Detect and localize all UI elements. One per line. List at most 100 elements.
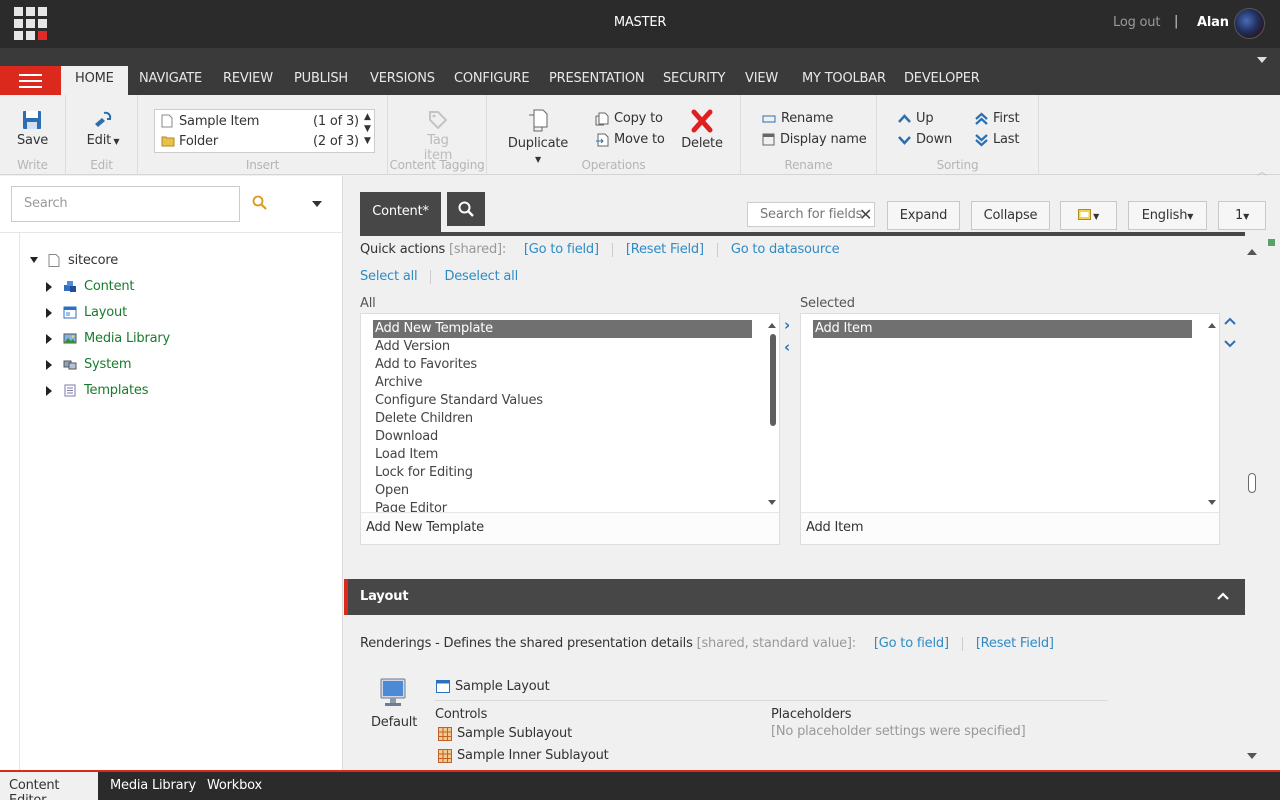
field-search-input[interactable]: Search for fields ✕: [747, 202, 875, 227]
renderings-label: Renderings - Defines the shared presenta…: [360, 636, 693, 651]
control-item[interactable]: Sample Inner Sublayout: [457, 748, 609, 763]
monitor-icon[interactable]: [379, 678, 407, 708]
scroll-down-icon[interactable]: [1247, 753, 1257, 759]
copy-to-button[interactable]: Copy to: [595, 111, 663, 126]
list-item[interactable]: Open: [361, 482, 779, 500]
sort-down-button[interactable]: Down: [898, 132, 952, 147]
bottom-tab-content-editor[interactable]: Content Editor: [0, 772, 98, 800]
expand-triangle-icon[interactable]: [46, 360, 52, 370]
save-button[interactable]: Save: [17, 110, 48, 148]
tab-security[interactable]: SECURITY: [663, 71, 725, 86]
tab-content[interactable]: Content*: [360, 192, 441, 232]
search-icon[interactable]: [252, 195, 268, 211]
list-item[interactable]: Add Version: [361, 338, 779, 356]
go-to-field-link[interactable]: [Go to field]: [874, 636, 949, 651]
bottom-tab-workbox[interactable]: Workbox: [207, 778, 262, 793]
list-item[interactable]: Add New Template: [373, 320, 752, 338]
expand-down-icon[interactable]: ▼: [364, 135, 371, 147]
display-name-button[interactable]: Display name: [762, 132, 867, 147]
tab-publish[interactable]: PUBLISH: [294, 71, 348, 86]
reset-field-link[interactable]: [Reset Field]: [976, 636, 1054, 651]
validation-indicator: [1268, 239, 1275, 246]
sort-first-button[interactable]: First: [975, 111, 1020, 126]
move-up-chevron-icon[interactable]: [1224, 316, 1236, 326]
scroll-up-icon[interactable]: [1247, 249, 1257, 255]
list-item[interactable]: Load Item: [361, 446, 779, 464]
go-to-field-link[interactable]: [Go to field]: [524, 242, 599, 257]
chevron-down-icon[interactable]: ▼: [364, 123, 371, 135]
list-scroll-up-icon[interactable]: [1208, 323, 1216, 328]
tag-item-button[interactable]: Tag item: [413, 110, 463, 163]
clear-icon[interactable]: ✕: [859, 205, 872, 224]
reset-field-link[interactable]: [Reset Field]: [626, 242, 704, 257]
tab-home[interactable]: HOME: [61, 66, 128, 95]
tab-review[interactable]: REVIEW: [223, 71, 273, 86]
list-item[interactable]: Configure Standard Values: [361, 392, 779, 410]
move-down-chevron-icon[interactable]: [1224, 339, 1236, 349]
control-item[interactable]: Sample Sublayout: [457, 726, 572, 741]
go-to-datasource-link[interactable]: Go to datasource: [731, 242, 840, 257]
all-items-listbox[interactable]: Add New Template Add Version Add to Favo…: [360, 313, 780, 545]
editor-scrollbar-thumb[interactable]: [1248, 473, 1256, 493]
chevron-up-icon[interactable]: ▲: [364, 111, 371, 123]
version-selector[interactable]: 1▼: [1218, 201, 1266, 230]
list-scroll-up-icon[interactable]: [768, 323, 776, 328]
tree-node-label: Media Library: [84, 331, 171, 346]
language-selector[interactable]: English▼: [1128, 201, 1207, 230]
list-item[interactable]: Add to Favorites: [361, 356, 779, 374]
renderings-field-header: Renderings - Defines the shared presenta…: [360, 636, 1054, 651]
deselect-all-link[interactable]: Deselect all: [444, 269, 518, 284]
tree-search-input[interactable]: Search: [11, 186, 240, 222]
copy-icon: [595, 112, 609, 125]
expand-triangle-icon[interactable]: [46, 386, 52, 396]
list-item[interactable]: Download: [361, 428, 779, 446]
list-scroll-down-icon[interactable]: [768, 500, 776, 505]
collapse-button[interactable]: Collapse: [971, 201, 1050, 230]
move-left-chevron-icon[interactable]: ‹: [784, 338, 790, 356]
bottom-tab-media-library[interactable]: Media Library: [110, 778, 196, 793]
collapse-chevron-up-icon[interactable]: [1217, 592, 1229, 601]
list-item[interactable]: Delete Children: [361, 410, 779, 428]
tab-navigate[interactable]: NAVIGATE: [139, 71, 202, 86]
tab-view[interactable]: VIEW: [745, 71, 778, 86]
tab-developer[interactable]: DEVELOPER: [904, 71, 980, 86]
tab-presentation[interactable]: PRESENTATION: [549, 71, 645, 86]
tab-versions[interactable]: VERSIONS: [370, 71, 435, 86]
avatar[interactable]: [1234, 8, 1265, 39]
expand-triangle-icon[interactable]: [46, 334, 52, 344]
selected-items-listbox[interactable]: Add Item Add Item: [800, 313, 1220, 545]
delete-button[interactable]: Delete: [679, 109, 725, 151]
insert-option-folder[interactable]: Folder (2 of 3): [161, 133, 361, 153]
edit-button[interactable]: Edit ▼: [86, 110, 120, 148]
ribbon-options-chevron-icon[interactable]: [1257, 57, 1267, 63]
expand-triangle-icon[interactable]: [46, 282, 52, 292]
layout-section-header[interactable]: Layout: [344, 579, 1245, 615]
logout-link[interactable]: Log out: [1113, 15, 1160, 30]
tab-my-toolbar[interactable]: MY TOOLBAR: [802, 71, 886, 86]
list-scrollbar-thumb[interactable]: [770, 334, 776, 426]
list-item[interactable]: Add Item: [813, 320, 1192, 338]
move-to-button[interactable]: Move to: [595, 132, 665, 147]
expand-triangle-icon[interactable]: [46, 308, 52, 318]
insert-scroll-arrows[interactable]: ▲ ▼ ▼: [364, 111, 371, 147]
list-item[interactable]: Archive: [361, 374, 779, 392]
tab-configure[interactable]: CONFIGURE: [454, 71, 530, 86]
select-all-link[interactable]: Select all: [360, 269, 418, 284]
rename-button[interactable]: Rename: [762, 111, 833, 126]
view-options-button[interactable]: ▼: [1060, 201, 1117, 230]
display-name-icon: [762, 133, 775, 146]
collapse-triangle-icon[interactable]: [30, 257, 38, 263]
search-options-chevron-down-icon[interactable]: [312, 201, 322, 207]
expand-button[interactable]: Expand: [887, 201, 960, 230]
menu-icon[interactable]: [0, 66, 61, 95]
insert-option-sample-item[interactable]: Sample Item (1 of 3): [161, 112, 361, 132]
layout-name-link[interactable]: Sample Layout: [455, 679, 550, 694]
move-right-chevron-icon[interactable]: ›: [784, 316, 790, 334]
list-item[interactable]: Lock for Editing: [361, 464, 779, 482]
quick-actions-shared: [shared]:: [449, 242, 507, 257]
list-scroll-down-icon[interactable]: [1208, 500, 1216, 505]
sort-last-button[interactable]: Last: [975, 132, 1019, 147]
sort-up-button[interactable]: Up: [898, 111, 934, 126]
search-tab[interactable]: [447, 192, 485, 226]
user-name[interactable]: Alan: [1197, 15, 1229, 30]
